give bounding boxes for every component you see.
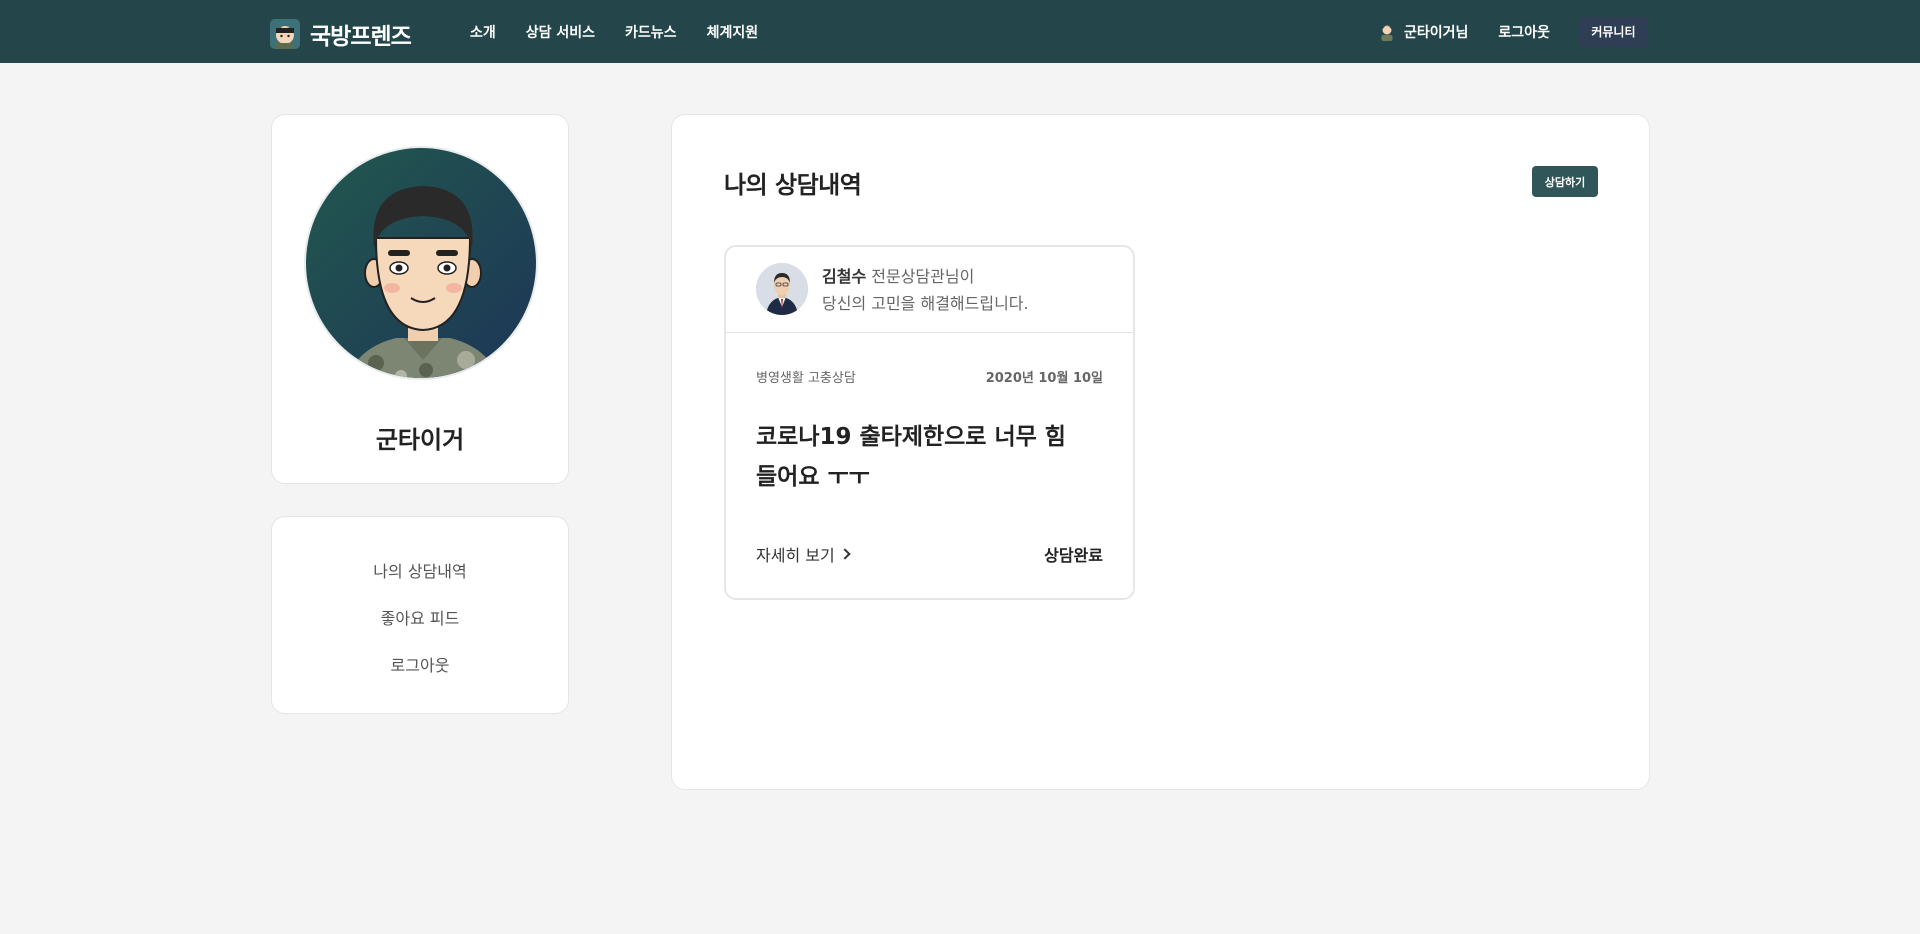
consultation-date: 2020년 10월 10일 xyxy=(985,371,1103,386)
top-navigation-bar: 국방프렌즈 소개 상담 서비스 카드뉴스 체계지원 군타이거님 로그아웃 커뮤니… xyxy=(0,0,1920,63)
profile-card: 군타이거 xyxy=(271,114,569,484)
consultation-status: 상담완료 xyxy=(1044,546,1103,565)
main-content-card: 나의 상담내역 상담하기 김철수 전문상담관님이 당신의 고민을 해결해드립니다… xyxy=(671,114,1650,790)
nav-system-support[interactable]: 체계지원 xyxy=(707,22,759,42)
view-detail-link[interactable]: 자세히 보기 xyxy=(756,542,851,566)
main-nav: 소개 상담 서비스 카드뉴스 체계지원 xyxy=(470,0,788,63)
side-menu-logout[interactable]: 로그아웃 xyxy=(272,652,568,676)
logo[interactable]: 국방프렌즈 xyxy=(270,17,412,51)
consultation-title: 코로나19 출타제한으로 너무 힘들어요 ㅜㅜ xyxy=(756,424,1066,490)
logout-link[interactable]: 로그아웃 xyxy=(1498,22,1550,42)
logo-text: 국방프렌즈 xyxy=(310,24,412,50)
counselor-name: 김철수 xyxy=(822,267,867,286)
profile-name: 군타이거 xyxy=(375,426,465,454)
user-name[interactable]: 군타이거님 xyxy=(1404,22,1468,42)
logo-icon xyxy=(270,19,300,49)
counselor-role: 전문상담관님이 xyxy=(871,267,975,286)
view-detail-label: 자세히 보기 xyxy=(756,546,835,565)
user-avatar-icon xyxy=(1381,25,1393,41)
profile-avatar xyxy=(304,146,538,380)
nav-intro[interactable]: 소개 xyxy=(470,22,496,42)
counselor-intro: 김철수 전문상담관님이 xyxy=(822,263,974,287)
nav-counsel-service[interactable]: 상담 서비스 xyxy=(526,22,595,42)
start-consultation-button[interactable]: 상담하기 xyxy=(1532,166,1598,197)
chevron-right-icon xyxy=(839,548,851,560)
nav-card-news[interactable]: 카드뉴스 xyxy=(625,22,677,42)
counselor-message: 당신의 고민을 해결해드립니다. xyxy=(822,294,1029,313)
consultation-category: 병영생활 고충상담 xyxy=(756,371,856,386)
side-menu-my-consultations[interactable]: 나의 상담내역 xyxy=(272,558,568,582)
consultation-card[interactable]: 김철수 전문상담관님이 당신의 고민을 해결해드립니다. 병영생활 고충상담 2… xyxy=(724,245,1135,600)
counselor-header: 김철수 전문상담관님이 당신의 고민을 해결해드립니다. xyxy=(726,247,1133,333)
side-menu-card: 나의 상담내역 좋아요 피드 로그아웃 xyxy=(271,516,569,714)
page-title: 나의 상담내역 xyxy=(724,171,862,199)
side-menu-liked-feed[interactable]: 좋아요 피드 xyxy=(272,605,568,629)
user-area: 군타이거님 로그아웃 커뮤니티 xyxy=(1378,0,1647,63)
counselor-avatar xyxy=(756,263,808,315)
community-button[interactable]: 커뮤니티 xyxy=(1579,16,1647,47)
